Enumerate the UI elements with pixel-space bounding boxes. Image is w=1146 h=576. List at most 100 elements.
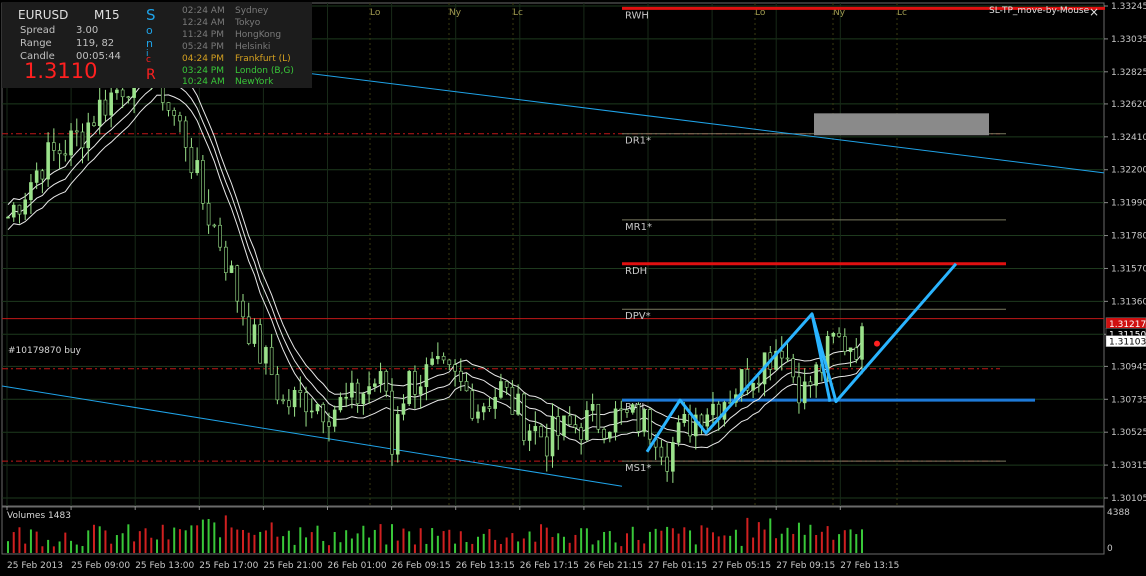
candle-body	[287, 400, 291, 408]
candle-body	[779, 350, 784, 359]
order-label: #10179870 buy	[8, 346, 82, 356]
candle-body	[350, 382, 354, 398]
candle-body	[671, 442, 675, 472]
price-dot	[874, 340, 880, 347]
x-tick-label: 27 Feb 01:15	[648, 561, 707, 571]
spread-label: Spread	[20, 25, 56, 36]
candle-body	[321, 404, 326, 423]
candle-body	[74, 130, 79, 133]
candle-body	[97, 99, 102, 126]
candle-body	[573, 424, 578, 428]
session-city-tokyo: Tokyo	[235, 18, 261, 28]
session-city-sydney: Sydney	[235, 6, 269, 16]
current-price: 1.3110	[24, 59, 98, 83]
candle-body	[40, 170, 45, 180]
x-tick-label: 25 Feb 21:00	[263, 561, 322, 571]
candle-body	[413, 371, 417, 395]
candle-body	[430, 358, 434, 365]
x-tick-label: 26 Feb 13:15	[456, 561, 515, 571]
candle-body	[229, 265, 234, 273]
candle-body	[80, 131, 85, 149]
volume-label: Volumes 1483	[7, 511, 71, 521]
session-city-newyork: NewYork	[235, 77, 274, 87]
range-value: 119, 82	[76, 38, 115, 49]
candle-body	[476, 411, 480, 419]
candle-body	[6, 216, 10, 219]
candle-body	[550, 416, 555, 457]
close-icon[interactable]: ×	[1089, 5, 1099, 19]
candle-body	[235, 265, 240, 302]
candle-body	[407, 371, 412, 405]
candle-body	[252, 324, 257, 344]
candle-body	[223, 246, 228, 273]
y-tick-label: 1.32200	[1111, 166, 1146, 176]
candle-body	[630, 404, 635, 413]
candle-body	[195, 160, 199, 174]
x-tick-label: 26 Feb 17:15	[520, 561, 579, 571]
y-tick-label: 1.33245	[1111, 2, 1146, 12]
pivot-label: RWH	[625, 10, 649, 21]
candle-body	[837, 332, 841, 337]
candle-body	[831, 332, 836, 337]
candle-body	[281, 399, 285, 402]
session-time-tokyo: 12:24 AM	[182, 18, 225, 28]
x-tick-label: 25 Feb 2013	[7, 561, 63, 571]
candle-body	[510, 386, 515, 415]
candle-body	[212, 224, 217, 227]
y-tick-label: 1.32620	[1111, 100, 1146, 110]
candle-body	[57, 150, 62, 155]
candle-body	[86, 122, 91, 149]
session-marker: Ny	[449, 8, 462, 18]
candle-body	[218, 224, 222, 248]
candle-body	[648, 409, 652, 440]
candle-body	[544, 436, 549, 457]
candle-body	[785, 357, 790, 360]
candle-body	[373, 383, 377, 387]
candle-body	[688, 413, 692, 437]
x-tick-label: 25 Feb 13:00	[135, 561, 194, 571]
candle-body	[418, 386, 423, 395]
side-letter-s: S	[146, 6, 156, 24]
y-tick-label: 1.30735	[1111, 395, 1146, 405]
candle-body	[69, 130, 73, 156]
price-marker-label: 1.31103	[1109, 338, 1146, 348]
spread-value: 3.00	[76, 25, 99, 36]
timeframe-label: M15	[94, 8, 120, 22]
ma-band-lower	[7, 94, 863, 449]
symbol-label: EURUSD	[18, 8, 69, 22]
candle-body	[172, 110, 177, 116]
candle-body	[63, 153, 68, 156]
candle-body	[802, 381, 807, 404]
candle-body	[201, 160, 205, 204]
y-tick-label: 1.31780	[1111, 232, 1146, 242]
candle-body	[126, 96, 131, 99]
session-city-frankfurt: Frankfurt (L)	[235, 54, 291, 64]
pivot-label: DPV*	[625, 311, 651, 322]
y-tick-label: 1.30315	[1111, 461, 1146, 471]
candle-body	[92, 122, 96, 126]
candle-body	[516, 393, 520, 415]
x-tick-label: 25 Feb 17:00	[199, 561, 258, 571]
candle-body	[625, 409, 629, 413]
candle-body	[315, 404, 320, 412]
session-time-sydney: 02:24 AM	[182, 6, 225, 16]
supply-zone	[814, 113, 989, 136]
candle-body	[596, 403, 601, 430]
candle-body	[52, 142, 56, 151]
candle-body	[401, 403, 406, 415]
y-tick-label: 1.30945	[1111, 362, 1146, 372]
side-letter-c: c	[146, 55, 151, 65]
candle-body	[705, 414, 710, 427]
candle-body	[791, 358, 796, 378]
pivot-label: DR1*	[625, 136, 651, 147]
candle-body	[103, 99, 108, 116]
candle-body	[367, 386, 371, 395]
x-tick-label: 26 Feb 09:15	[392, 561, 451, 571]
session-marker: Lo	[370, 8, 381, 18]
side-letter-o: o	[146, 24, 153, 37]
candle-body	[602, 428, 606, 439]
candle-body	[481, 406, 486, 413]
x-tick-label: 27 Feb 05:15	[712, 561, 771, 571]
candle-body	[378, 371, 383, 385]
candle-body	[355, 382, 360, 404]
